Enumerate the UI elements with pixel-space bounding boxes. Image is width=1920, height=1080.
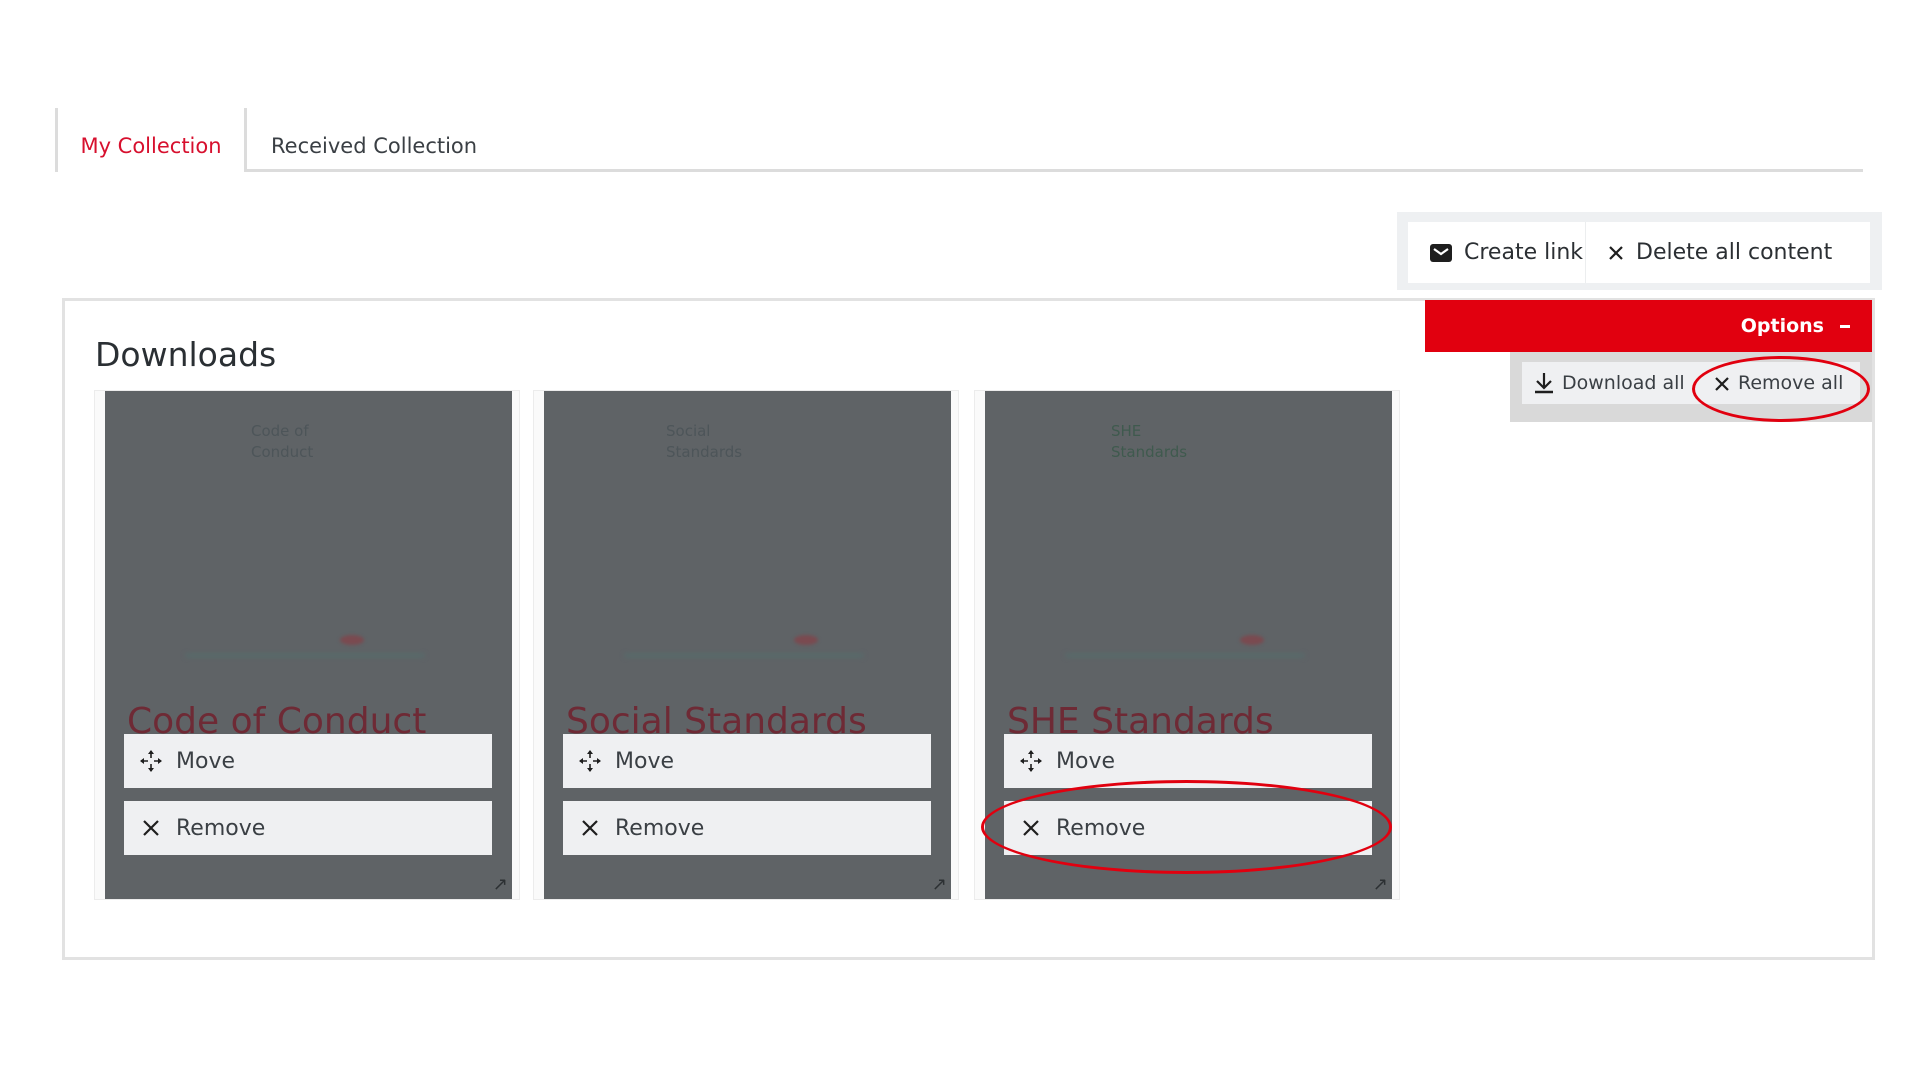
collection-tabs: My Collection Received Collection [55, 108, 1863, 172]
brand-logo [340, 635, 364, 645]
move-label: Move [1056, 748, 1115, 774]
tab-divider-line [247, 169, 1863, 172]
options-label: Options [1740, 315, 1824, 337]
close-icon [1714, 375, 1730, 391]
remove-all-button[interactable]: Remove all [1694, 362, 1843, 404]
document-card[interactable]: SHE Standards SHE Standards Move Remove … [974, 390, 1400, 900]
remove-label: Remove [615, 815, 705, 841]
download-icon [1534, 372, 1554, 394]
move-label: Move [176, 748, 235, 774]
document-cover-overlay: Code of Conduct Code of Conduct Move Rem… [105, 391, 512, 899]
document-card[interactable]: Code of Conduct Code of Conduct Move Rem… [94, 390, 520, 900]
card-2-move-button[interactable]: Move [563, 734, 931, 788]
delete-all-content-button[interactable]: Delete all content [1586, 222, 1832, 283]
card-1-move-button[interactable]: Move [124, 734, 492, 788]
close-icon [138, 819, 164, 837]
move-icon [1018, 749, 1044, 773]
brand-logo [1240, 635, 1264, 645]
options-button-group: Download all Remove all [1522, 362, 1860, 404]
envelope-icon [1430, 243, 1452, 262]
move-icon [577, 749, 603, 773]
cover-title: Social Standards [666, 422, 743, 461]
tab-my-collection[interactable]: My Collection [55, 108, 247, 172]
card-3-remove-button[interactable]: Remove [1004, 801, 1372, 855]
expand-arrow-icon[interactable]: ↗ [493, 874, 508, 895]
close-icon [577, 819, 603, 837]
document-cover-overlay: Social Standards Social Standards Move R… [544, 391, 951, 899]
download-all-label: Download all [1562, 372, 1685, 394]
move-label: Move [615, 748, 674, 774]
download-all-button[interactable]: Download all [1522, 362, 1694, 404]
delete-all-content-label: Delete all content [1636, 240, 1833, 265]
document-cover-overlay: SHE Standards SHE Standards Move Remove … [985, 391, 1392, 899]
card-1-remove-button[interactable]: Remove [124, 801, 492, 855]
collection-toolbar: Create link Delete all content [1397, 212, 1882, 290]
remove-label: Remove [176, 815, 266, 841]
expand-arrow-icon[interactable]: ↗ [1373, 874, 1388, 895]
expand-arrow-icon[interactable]: ↗ [932, 874, 947, 895]
minus-icon [1840, 324, 1850, 328]
cover-decoration [1065, 653, 1305, 658]
panel-title: Downloads [95, 335, 277, 374]
cover-decoration [185, 653, 425, 658]
card-2-remove-button[interactable]: Remove [563, 801, 931, 855]
brand-logo [794, 635, 818, 645]
toolbar-button-group: Create link Delete all content [1408, 222, 1870, 283]
cover-decoration [624, 653, 864, 658]
remove-all-label: Remove all [1738, 372, 1844, 394]
remove-label: Remove [1056, 815, 1146, 841]
cover-title: Code of Conduct [251, 422, 314, 461]
close-icon [1608, 245, 1624, 261]
close-icon [1018, 819, 1044, 837]
cover-title: SHE Standards [1111, 422, 1188, 461]
options-toggle[interactable]: Options [1425, 300, 1872, 352]
move-icon [138, 749, 164, 773]
tab-received-collection[interactable]: Received Collection [247, 108, 477, 172]
card-3-move-button[interactable]: Move [1004, 734, 1372, 788]
create-link-button[interactable]: Create link [1408, 222, 1586, 283]
create-link-label: Create link [1464, 240, 1584, 265]
document-card[interactable]: Social Standards Social Standards Move R… [533, 390, 959, 900]
options-menu: Download all Remove all [1510, 352, 1872, 422]
